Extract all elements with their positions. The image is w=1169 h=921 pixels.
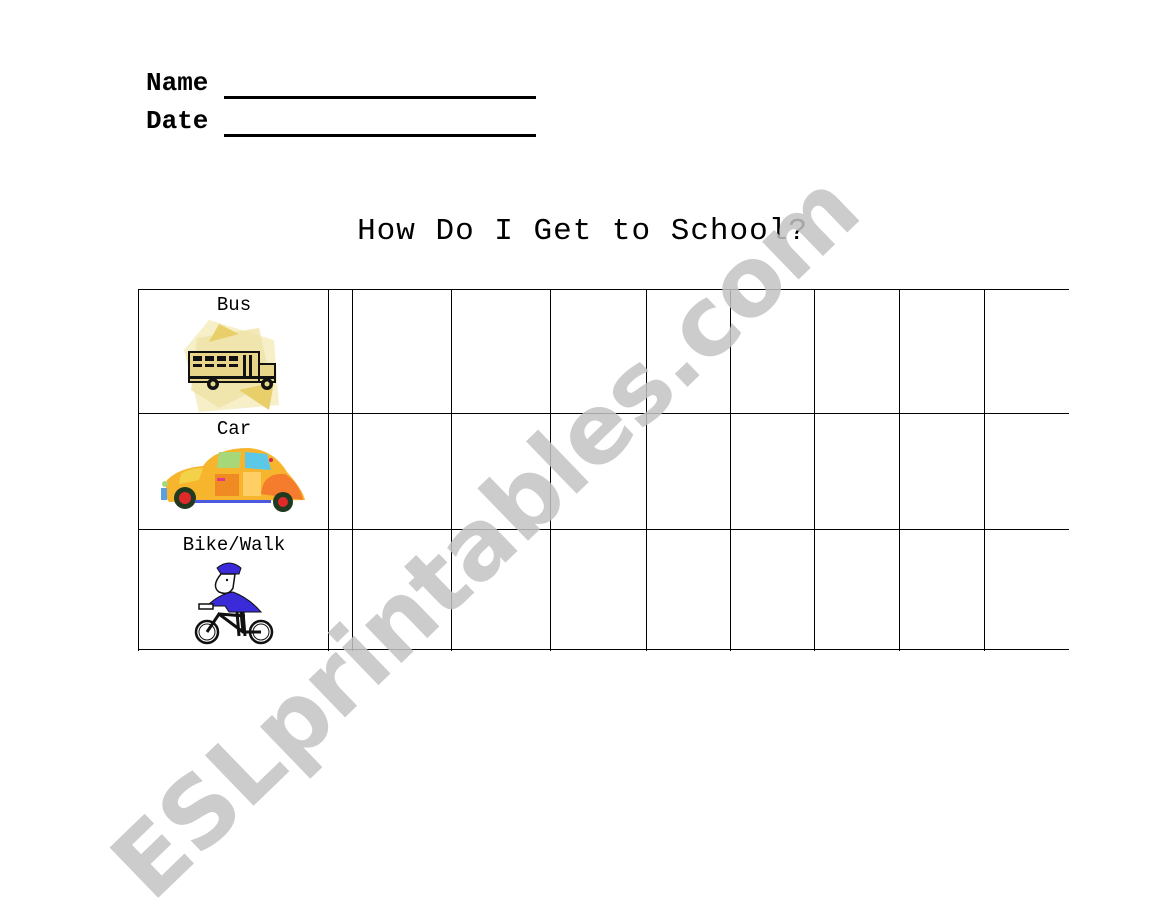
tally-cell[interactable]: [732, 532, 813, 648]
tally-cell[interactable]: [986, 292, 1068, 412]
tally-table: Bus Car Bike/Walk: [0, 0, 1169, 821]
tally-cell[interactable]: [901, 292, 983, 412]
row-label-text: Bike/Walk: [182, 534, 286, 556]
cyclist-icon: [194, 562, 274, 645]
tally-cell[interactable]: [552, 292, 645, 412]
tally-cell[interactable]: [816, 292, 898, 412]
tally-cell[interactable]: [901, 416, 983, 528]
tally-cell[interactable]: [453, 292, 549, 412]
column-divider: [550, 290, 551, 651]
row-divider: [138, 529, 1069, 530]
row-divider: [138, 413, 1069, 414]
school-bus-icon: [184, 320, 279, 412]
row-label-text: Car: [216, 418, 252, 440]
row-label-car: Car: [139, 415, 329, 529]
row-label-text: Bus: [216, 294, 252, 316]
tally-cell[interactable]: [986, 416, 1068, 528]
tally-cell[interactable]: [732, 416, 813, 528]
tally-cell[interactable]: [552, 416, 645, 528]
column-divider: [352, 290, 353, 651]
car-icon: [161, 448, 305, 512]
tally-cell[interactable]: [552, 532, 645, 648]
tally-cell[interactable]: [648, 532, 729, 648]
tally-cell[interactable]: [816, 532, 898, 648]
row-label-bike-walk: Bike/Walk: [139, 531, 329, 649]
row-label-bus: Bus: [139, 291, 329, 413]
tally-cell[interactable]: [732, 292, 813, 412]
column-divider: [646, 290, 647, 651]
tally-cell[interactable]: [354, 532, 450, 648]
table-border-top: [138, 289, 1069, 290]
column-divider: [984, 290, 985, 651]
tally-cell[interactable]: [453, 532, 549, 648]
tally-cell[interactable]: [901, 532, 983, 648]
tally-cell[interactable]: [354, 292, 450, 412]
tally-cell[interactable]: [354, 416, 450, 528]
column-divider: [451, 290, 452, 651]
tally-cell[interactable]: [453, 416, 549, 528]
tally-cell[interactable]: [986, 532, 1068, 648]
column-divider: [899, 290, 900, 651]
column-divider: [814, 290, 815, 651]
table-border-bottom: [138, 649, 1069, 650]
tally-cell[interactable]: [816, 416, 898, 528]
tally-cell[interactable]: [648, 416, 729, 528]
tally-cell[interactable]: [648, 292, 729, 412]
column-divider: [730, 290, 731, 651]
